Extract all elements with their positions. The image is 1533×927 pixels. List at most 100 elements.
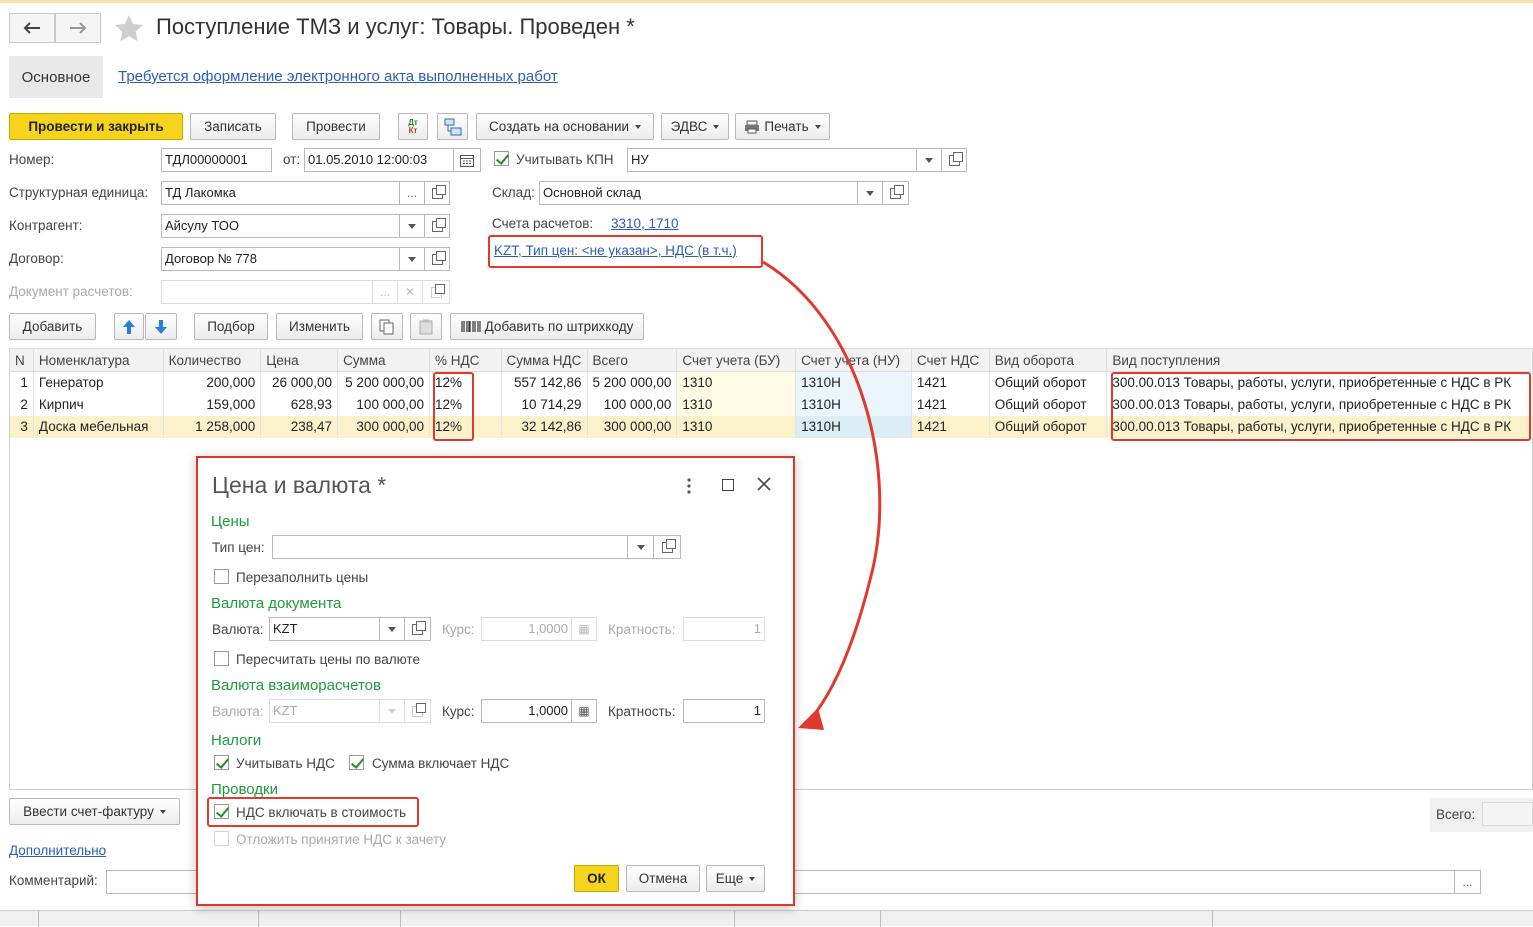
unit-open-button[interactable] — [424, 181, 450, 205]
post-button[interactable]: Провести — [292, 113, 380, 140]
kpn-checkbox[interactable] — [494, 151, 509, 166]
unit-field[interactable]: ТД Лакомка — [161, 181, 400, 205]
table-cell[interactable]: Кирпич — [33, 393, 164, 416]
kpn-select[interactable]: НУ — [627, 148, 917, 172]
table-cell[interactable]: Генератор — [33, 371, 164, 394]
counterparty-open-button[interactable] — [424, 214, 450, 238]
calendar-button[interactable] — [453, 148, 481, 172]
create-based-on-button[interactable]: Создать на основании — [476, 113, 654, 140]
column-header[interactable]: Счет НДС — [910, 348, 990, 372]
table-cell[interactable]: 1421 — [911, 371, 990, 394]
column-header[interactable]: Всего — [586, 348, 678, 372]
settlement-doc-select-button[interactable]: ... — [372, 280, 398, 304]
table-cell[interactable]: Общий оборот — [989, 371, 1108, 394]
currency-dropdown-button[interactable] — [379, 617, 405, 641]
settle-multiplicity-field[interactable]: 1 — [683, 699, 765, 723]
unit-select-button[interactable]: ... — [399, 181, 425, 205]
selection-button[interactable]: Подбор — [194, 313, 268, 340]
add-by-barcode-button[interactable]: Добавить по штрихкоду — [450, 313, 644, 340]
settle-currency-select[interactable]: KZT — [269, 699, 380, 723]
structure-button[interactable] — [437, 113, 468, 140]
settle-rate-field[interactable]: 1,0000 — [481, 699, 572, 723]
settlement-doc-field[interactable] — [161, 280, 373, 304]
contract-select[interactable]: Договор № 778 — [161, 247, 400, 271]
enter-invoice-button[interactable]: Ввести счет-фактуру — [9, 798, 180, 825]
table-cell[interactable]: 300 000,00 — [337, 415, 430, 438]
back-button[interactable] — [9, 13, 55, 43]
forward-button[interactable] — [55, 13, 101, 43]
multiplicity-field[interactable]: 1 — [683, 617, 765, 641]
maximize-icon[interactable] — [722, 479, 734, 491]
column-header[interactable]: % НДС — [429, 348, 502, 372]
currency-open-button[interactable] — [404, 617, 431, 641]
copy-rows-button[interactable] — [371, 313, 403, 340]
change-button[interactable]: Изменить — [276, 313, 363, 340]
table-cell[interactable]: 2 — [9, 393, 34, 416]
move-up-button[interactable] — [114, 313, 144, 340]
warehouse-select[interactable]: Основной склад — [539, 181, 858, 205]
comment-expand-button[interactable]: ... — [1454, 870, 1481, 894]
contract-dropdown-button[interactable] — [399, 247, 425, 271]
paste-rows-button[interactable] — [410, 313, 442, 340]
number-field[interactable]: ТДЛ00000001 — [161, 148, 272, 172]
table-cell[interactable]: 5 200 000,00 — [337, 371, 430, 394]
table-cell[interactable]: 26 000,00 — [260, 371, 339, 394]
column-header[interactable]: Цена — [260, 348, 339, 372]
kpn-open-button[interactable] — [941, 148, 967, 172]
rate-calculator-button[interactable]: ▦ — [571, 617, 597, 641]
column-header[interactable]: Сумма — [337, 348, 430, 372]
refill-prices-checkbox[interactable] — [214, 569, 229, 584]
move-down-button[interactable] — [145, 313, 177, 340]
ok-button[interactable]: ОК — [574, 865, 619, 892]
settle-rate-calculator-button[interactable]: ▦ — [571, 699, 597, 723]
column-header[interactable]: N — [9, 348, 34, 372]
price-type-open-button[interactable] — [653, 535, 681, 559]
date-field[interactable]: 01.05.2010 12:00:03 — [304, 148, 454, 172]
column-header[interactable]: Номенклатура — [32, 348, 164, 372]
column-header[interactable]: Вид поступления — [1106, 348, 1533, 372]
counterparty-select[interactable]: Айсулу ТОО — [161, 214, 400, 238]
column-header[interactable]: Количество — [162, 348, 262, 372]
contract-open-button[interactable] — [424, 247, 450, 271]
settle-currency-dropdown-button[interactable] — [379, 699, 405, 723]
warehouse-open-button[interactable] — [882, 181, 909, 205]
table-cell[interactable]: 1 — [9, 371, 34, 394]
defer-vat-checkbox[interactable] — [214, 831, 229, 846]
price-type-select[interactable] — [272, 535, 628, 559]
favorite-star-icon[interactable] — [114, 14, 144, 43]
kpn-dropdown-button[interactable] — [916, 148, 942, 172]
settlement-doc-clear-button[interactable]: ✕ — [397, 280, 423, 304]
table-cell[interactable]: 1421 — [911, 393, 990, 416]
additional-link[interactable]: Дополнительно — [9, 843, 106, 858]
save-button[interactable]: Записать — [190, 113, 276, 140]
cancel-button[interactable]: Отмена — [626, 865, 700, 892]
rate-field[interactable]: 1,0000 — [481, 617, 572, 641]
table-cell[interactable]: 5 200 000,00 — [587, 371, 678, 394]
price-type-dropdown-button[interactable] — [627, 535, 654, 559]
column-header[interactable]: Сумма НДС — [500, 348, 588, 372]
counterparty-dropdown-button[interactable] — [399, 214, 425, 238]
currency-select[interactable]: KZT — [269, 617, 380, 641]
table-cell[interactable]: Общий оборот — [989, 393, 1108, 416]
table-cell[interactable]: 100 000,00 — [337, 393, 430, 416]
table-cell[interactable]: 3 — [9, 415, 34, 438]
column-header[interactable]: Вид оборота — [988, 348, 1108, 372]
recalc-prices-checkbox[interactable] — [214, 651, 229, 666]
table-cell[interactable]: 557 142,86 — [501, 371, 588, 394]
warehouse-dropdown-button[interactable] — [857, 181, 883, 205]
add-row-button[interactable]: Добавить — [9, 313, 96, 340]
table-cell[interactable]: 300 000,00 — [587, 415, 678, 438]
settlement-doc-open-button[interactable] — [422, 280, 450, 304]
table-cell[interactable]: 159,000 — [163, 393, 262, 416]
table-cell[interactable]: 100 000,00 — [587, 393, 678, 416]
dt-kt-icon[interactable]: Дт Кт — [398, 113, 428, 140]
more-vertical-icon[interactable] — [686, 478, 692, 494]
print-button[interactable]: Печать — [735, 113, 830, 140]
table-cell[interactable]: 628,93 — [260, 393, 339, 416]
post-and-close-button[interactable]: Провести и закрыть — [9, 113, 183, 140]
table-cell[interactable]: Доска мебельная — [33, 415, 164, 438]
table-cell[interactable]: 1421 — [911, 415, 990, 438]
table-cell[interactable]: Общий оборот — [989, 415, 1108, 438]
close-icon[interactable] — [757, 477, 771, 491]
table-cell[interactable]: 32 142,86 — [501, 415, 588, 438]
